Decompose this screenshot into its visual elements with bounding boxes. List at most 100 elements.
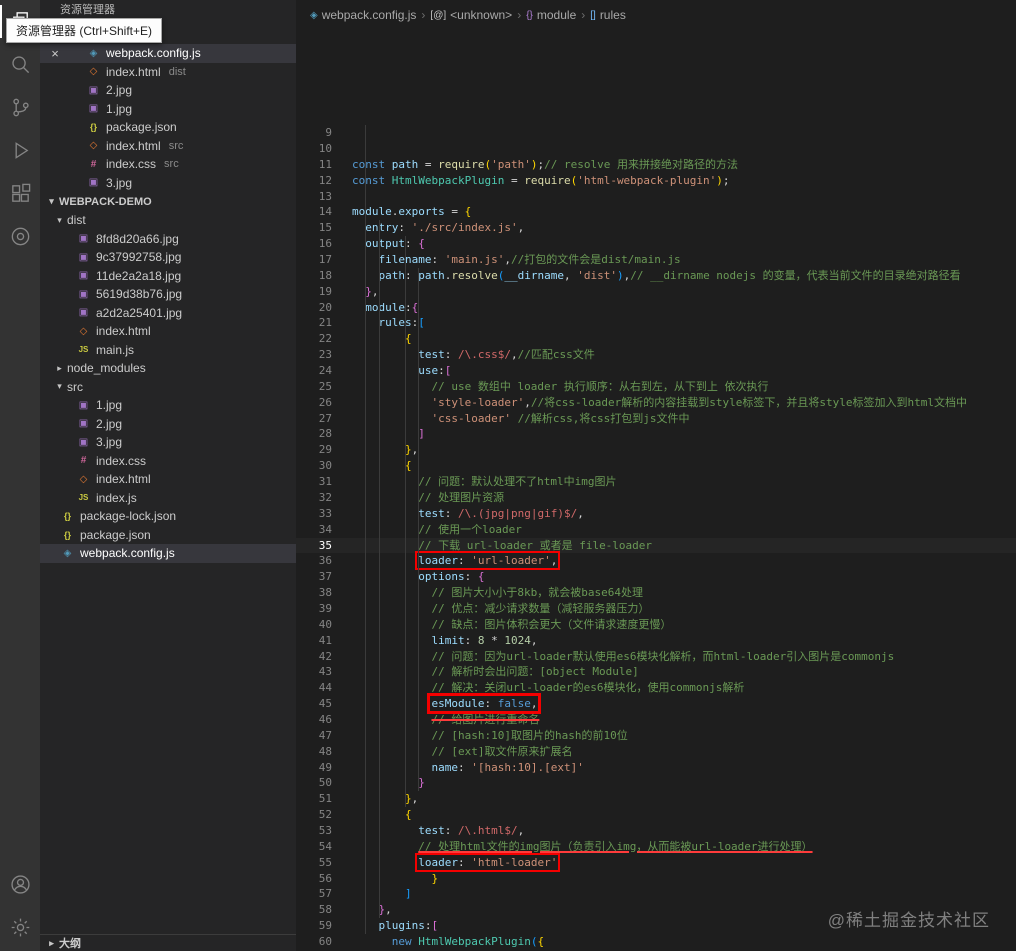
code-line-14[interactable]: 14 module.exports = { xyxy=(296,204,1016,220)
line-number[interactable]: 50 xyxy=(296,775,332,791)
line-number[interactable]: 27 xyxy=(296,411,332,427)
open-editor-item[interactable]: {} package.json xyxy=(40,118,296,137)
project-root-folder[interactable]: ▾ WEBPACK-DEMO xyxy=(40,192,296,211)
line-number[interactable]: 52 xyxy=(296,807,332,823)
line-number[interactable]: 40 xyxy=(296,617,332,633)
code-line-23[interactable]: 23 test: /\.css$/,//匹配css文件 xyxy=(296,347,1016,363)
line-number[interactable]: 14 xyxy=(296,204,332,220)
code-line-31[interactable]: 31 // 问题：默认处理不了html中img图片 xyxy=(296,474,1016,490)
line-number[interactable]: 36 xyxy=(296,553,332,569)
activity-remote-button[interactable] xyxy=(0,215,40,258)
line-number[interactable]: 17 xyxy=(296,252,332,268)
code-line-36[interactable]: 36 loader: 'url-loader', xyxy=(296,551,1016,571)
code-line-50[interactable]: 50 } xyxy=(296,775,1016,791)
code-line-43[interactable]: 43 // 解析时会出问题：[object Module] xyxy=(296,664,1016,680)
code-line-18[interactable]: 18 path: path.resolve(__dirname, 'dist')… xyxy=(296,268,1016,284)
file-item[interactable]: ▣ 8fd8d20a66.jpg xyxy=(40,230,296,249)
line-number[interactable]: 60 xyxy=(296,934,332,950)
file-item[interactable]: ▣ 5619d38b76.jpg xyxy=(40,285,296,304)
breadcrumb-item[interactable]: {} module xyxy=(526,8,576,22)
file-item[interactable]: ◈ webpack.config.js xyxy=(40,544,296,563)
line-number[interactable]: 21 xyxy=(296,315,332,331)
code-line-16[interactable]: 16 output: { xyxy=(296,236,1016,252)
code-line-42[interactable]: 42 // 问题：因为url-loader默认使用es6模块化解析，而html-… xyxy=(296,649,1016,665)
line-number[interactable]: 51 xyxy=(296,791,332,807)
open-editor-item[interactable]: ▣ 2.jpg xyxy=(40,81,296,100)
code-line-20[interactable]: 20 module:{ xyxy=(296,300,1016,316)
activity-extensions-button[interactable] xyxy=(0,172,40,215)
line-number[interactable]: 32 xyxy=(296,490,332,506)
file-item[interactable]: ▣ 1.jpg xyxy=(40,396,296,415)
file-item[interactable]: ◇ index.html xyxy=(40,470,296,489)
line-number[interactable]: 28 xyxy=(296,426,332,442)
code-line-29[interactable]: 29 }, xyxy=(296,442,1016,458)
line-number[interactable]: 43 xyxy=(296,664,332,680)
line-number[interactable]: 42 xyxy=(296,649,332,665)
line-number[interactable]: 10 xyxy=(296,141,332,157)
line-number[interactable]: 48 xyxy=(296,744,332,760)
folder-item[interactable]: ▾ dist xyxy=(40,211,296,230)
activity-account-button[interactable] xyxy=(0,863,40,906)
code-line-44[interactable]: 44 // 解决：关闭url-loader的es6模块化，使用commonjs解… xyxy=(296,680,1016,696)
open-editor-item[interactable]: ◇ index.html dist xyxy=(40,63,296,82)
breadcrumb-item[interactable]: [] rules xyxy=(590,8,626,22)
code-line-51[interactable]: 51 }, xyxy=(296,791,1016,807)
line-number[interactable]: 47 xyxy=(296,728,332,744)
breadcrumb-item[interactable]: ◈ webpack.config.js xyxy=(310,8,416,22)
line-number[interactable]: 23 xyxy=(296,347,332,363)
activity-run-debug-button[interactable] xyxy=(0,129,40,172)
code-line-24[interactable]: 24 use:[ xyxy=(296,363,1016,379)
line-number[interactable]: 25 xyxy=(296,379,332,395)
file-item[interactable]: ▣ 11de2a2a18.jpg xyxy=(40,267,296,286)
line-number[interactable]: 22 xyxy=(296,331,332,347)
line-number[interactable]: 53 xyxy=(296,823,332,839)
code-line-35[interactable]: 35 // 下载 url-loader 或者是 file-loader xyxy=(296,538,1016,554)
line-number[interactable]: 31 xyxy=(296,474,332,490)
open-editor-item[interactable]: ▣ 1.jpg xyxy=(40,100,296,119)
code-line-37[interactable]: 37 options: { xyxy=(296,569,1016,585)
folder-item[interactable]: ▸ node_modules xyxy=(40,359,296,378)
file-item[interactable]: # index.css xyxy=(40,452,296,471)
code-line-41[interactable]: 41 limit: 8 * 1024, xyxy=(296,633,1016,649)
line-number[interactable]: 39 xyxy=(296,601,332,617)
code-line-28[interactable]: 28 ] xyxy=(296,426,1016,442)
activity-source-control-button[interactable] xyxy=(0,86,40,129)
line-number[interactable]: 18 xyxy=(296,268,332,284)
file-item[interactable]: ◇ index.html xyxy=(40,322,296,341)
code-line-47[interactable]: 47 // [hash:10]取图片的hash的前10位 xyxy=(296,728,1016,744)
breadcrumb-item[interactable]: [@] <unknown> xyxy=(430,8,512,22)
line-number[interactable]: 46 xyxy=(296,712,332,728)
line-number[interactable]: 30 xyxy=(296,458,332,474)
line-number[interactable]: 58 xyxy=(296,902,332,918)
file-item[interactable]: JS index.js xyxy=(40,489,296,508)
line-number[interactable]: 54 xyxy=(296,839,332,855)
code-line-19[interactable]: 19 }, xyxy=(296,284,1016,300)
outline-section[interactable]: ▸ 大纲 xyxy=(40,934,296,951)
code-line-33[interactable]: 33 test: /\.(jpg|png|gif)$/, xyxy=(296,506,1016,522)
code-line-22[interactable]: 22 { xyxy=(296,331,1016,347)
open-editor-item[interactable]: ◇ index.html src xyxy=(40,137,296,156)
line-number[interactable]: 34 xyxy=(296,522,332,538)
code-line-54[interactable]: 54 // 处理html文件的img图片（负责引入img，从而能被url-loa… xyxy=(296,839,1016,855)
file-item[interactable]: ▣ 3.jpg xyxy=(40,433,296,452)
code-editor[interactable]: 9 10 11 const path = require('path');// res… xyxy=(296,30,1016,951)
line-number[interactable]: 12 xyxy=(296,173,332,189)
code-line-15[interactable]: 15 entry: './src/index.js', xyxy=(296,220,1016,236)
code-line-30[interactable]: 30 { xyxy=(296,458,1016,474)
code-line-26[interactable]: 26 'style-loader',//将css-loader解析的内容挂载到s… xyxy=(296,395,1016,411)
open-editor-item[interactable]: × ◈ webpack.config.js xyxy=(40,44,296,63)
line-number[interactable]: 57 xyxy=(296,886,332,902)
code-line-25[interactable]: 25 // use 数组中 loader 执行顺序：从右到左，从下到上 依次执行 xyxy=(296,379,1016,395)
code-line-57[interactable]: 57 ] xyxy=(296,886,1016,902)
file-item[interactable]: {} package.json xyxy=(40,526,296,545)
code-line-10[interactable]: 10 xyxy=(296,141,1016,157)
line-number[interactable]: 11 xyxy=(296,157,332,173)
code-line-32[interactable]: 32 // 处理图片资源 xyxy=(296,490,1016,506)
code-line-55[interactable]: 55 loader: 'html-loader' xyxy=(296,852,1016,872)
line-number[interactable]: 41 xyxy=(296,633,332,649)
code-line-9[interactable]: 9 xyxy=(296,125,1016,141)
activity-search-button[interactable] xyxy=(0,43,40,86)
line-number[interactable]: 15 xyxy=(296,220,332,236)
code-line-38[interactable]: 38 // 图片大小小于8kb，就会被base64处理 xyxy=(296,585,1016,601)
code-line-12[interactable]: 12 const HtmlWebpackPlugin = require('htm… xyxy=(296,173,1016,189)
